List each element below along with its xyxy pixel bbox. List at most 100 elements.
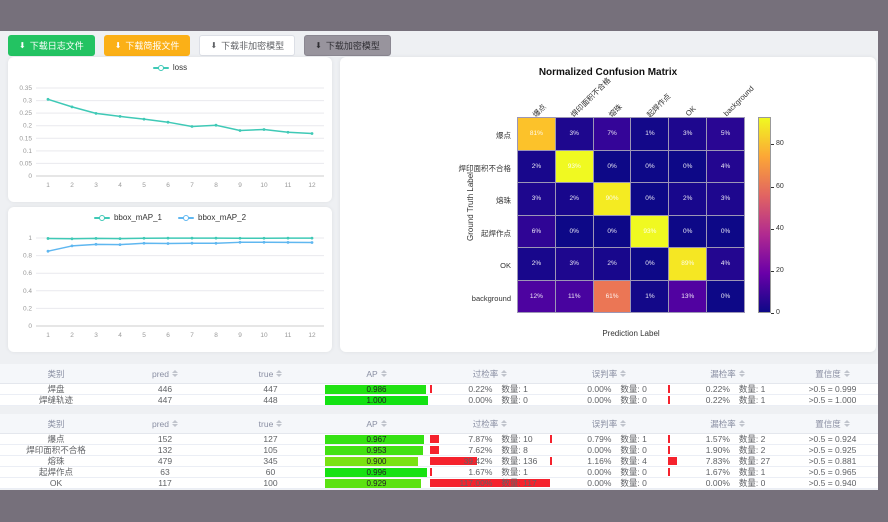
table-row: 熔珠4793450.90039.42%数量: 1361.16%数量: 47.83…: [0, 456, 878, 467]
matrix-cell: 2%: [669, 183, 706, 215]
ap-cell: 0.996: [323, 467, 430, 477]
column-header-6[interactable]: 漏检率: [668, 364, 787, 383]
rate-cell: 117.00%数量: 117: [430, 478, 550, 488]
sort-icon[interactable]: [620, 370, 626, 377]
column-header-1[interactable]: pred: [112, 364, 218, 383]
column-header-6[interactable]: 漏检率: [668, 414, 787, 433]
column-header-1[interactable]: pred: [112, 414, 218, 433]
sort-icon[interactable]: [739, 370, 745, 377]
sort-icon[interactable]: [620, 420, 626, 427]
cell: 117: [112, 478, 218, 488]
sort-icon[interactable]: [381, 420, 387, 427]
download-button-3[interactable]: ⬇下载非加密模型: [199, 35, 295, 56]
sort-icon[interactable]: [172, 420, 178, 427]
cell: 焊印面积不合格: [0, 445, 112, 455]
matrix-cell: 4%: [707, 248, 744, 280]
sort-icon[interactable]: [739, 420, 745, 427]
cell: 132: [112, 445, 218, 455]
matrix-cell: 3%: [518, 183, 555, 215]
column-header-7[interactable]: 置信度: [787, 364, 878, 383]
rate-cell: 0.00%数量: 0: [550, 445, 668, 455]
metrics-table-1: 类别predtrueAP过检率误判率漏检率置信度焊盘4464470.9860.2…: [0, 364, 878, 406]
matrix-cell: 2%: [556, 183, 593, 215]
cell: 熔珠: [0, 456, 112, 466]
table-row: 起焊作点63600.9961.67%数量: 10.00%数量: 01.67%数量…: [0, 467, 878, 478]
dashboard-screen: ⬇下载日志文件⬇下载简报文件⬇下载非加密模型⬇下载加密模型 loss 00.05…: [0, 0, 888, 522]
table-row: 焊印面积不合格1321050.9537.62%数量: 80.00%数量: 01.…: [0, 445, 878, 456]
sort-icon[interactable]: [276, 420, 282, 427]
svg-text:12: 12: [308, 332, 316, 339]
metrics-table-2: 类别predtrueAP过检率误判率漏检率置信度爆点1521270.9677.8…: [0, 414, 878, 489]
svg-text:1: 1: [46, 182, 50, 189]
sort-icon[interactable]: [501, 370, 507, 377]
download-icon: ⬇: [115, 42, 122, 50]
confusion-matrix-card: Normalized Confusion Matrix 爆点焊印面积不合格熔珠起…: [340, 57, 876, 352]
svg-text:5: 5: [142, 182, 146, 189]
sort-icon[interactable]: [172, 370, 178, 377]
matrix-cell: 2%: [518, 151, 555, 183]
column-header-5[interactable]: 误判率: [550, 364, 668, 383]
matrix-column-label: background: [722, 84, 756, 118]
cell: 479: [112, 456, 218, 466]
legend-item-loss[interactable]: loss: [153, 63, 187, 72]
sort-icon[interactable]: [844, 370, 850, 377]
matrix-cell: 90%: [594, 183, 631, 215]
rate-cell: 0.00%数量: 0: [550, 478, 668, 488]
matrix-cell: 0%: [707, 281, 744, 313]
cell: 446: [112, 384, 218, 394]
matrix-cell: 2%: [518, 248, 555, 280]
rate-cell: 0.79%数量: 1: [550, 434, 668, 444]
column-header-3[interactable]: AP: [323, 414, 430, 433]
column-header-5[interactable]: 误判率: [550, 414, 668, 433]
sort-icon[interactable]: [844, 420, 850, 427]
cell: 448: [218, 395, 323, 405]
svg-text:12: 12: [308, 182, 316, 189]
svg-text:7: 7: [190, 332, 194, 339]
column-header-7[interactable]: 置信度: [787, 414, 878, 433]
confidence-cell: >0.5 = 0.940: [787, 478, 878, 488]
column-header-2[interactable]: true: [218, 414, 323, 433]
download-button-1[interactable]: ⬇下载日志文件: [8, 35, 95, 56]
matrix-cell: 3%: [669, 118, 706, 150]
ap-cell: 0.953: [323, 445, 430, 455]
svg-text:0.1: 0.1: [23, 148, 32, 155]
rate-cell: 0.00%数量: 0: [668, 478, 787, 488]
svg-text:11: 11: [285, 182, 292, 189]
column-header-4[interactable]: 过检率: [430, 414, 550, 433]
sort-icon[interactable]: [276, 370, 282, 377]
rate-cell: 1.57%数量: 2: [668, 434, 787, 444]
colorbar-tick: 40: [776, 225, 784, 232]
download-icon: ⬇: [315, 42, 322, 50]
table-row: OK1171000.929117.00%数量: 1170.00%数量: 00.0…: [0, 478, 878, 489]
legend-item-bbox_mAP_1[interactable]: bbox_mAP_1: [94, 213, 162, 222]
download-icon: ⬇: [210, 42, 217, 50]
sort-icon[interactable]: [381, 370, 387, 377]
column-header-4[interactable]: 过检率: [430, 364, 550, 383]
loss-chart-legend: loss: [8, 63, 332, 72]
ap-cell: 1.000: [323, 395, 430, 405]
rate-cell: 0.22%数量: 1: [668, 384, 787, 394]
column-header-2[interactable]: true: [218, 364, 323, 383]
column-header-0: 类别: [0, 364, 112, 383]
map-chart-legend: bbox_mAP_1 bbox_mAP_2: [8, 213, 332, 222]
column-header-3[interactable]: AP: [323, 364, 430, 383]
svg-text:11: 11: [285, 332, 292, 339]
download-toolbar: ⬇下载日志文件 ⬇下载简报文件 ⬇下载非加密模型 ⬇下载加密模型: [8, 35, 391, 56]
download-button-4[interactable]: ⬇下载加密模型: [304, 35, 391, 56]
cell: 60: [218, 467, 323, 477]
confusion-matrix-grid: 81%3%7%1%3%5%2%93%0%0%0%4%3%2%90%0%2%3%6…: [517, 117, 745, 313]
rate-cell: 7.87%数量: 10: [430, 434, 550, 444]
legend-item-bbox_mAP_2[interactable]: bbox_mAP_2: [178, 213, 246, 222]
matrix-cell: 3%: [707, 183, 744, 215]
ap-cell: 0.986: [323, 384, 430, 394]
matrix-cell: 0%: [556, 216, 593, 248]
metrics-tables: 类别predtrueAP过检率误判率漏检率置信度焊盘4464470.9860.2…: [0, 364, 878, 489]
matrix-cell: 0%: [631, 248, 668, 280]
download-button-2[interactable]: ⬇下载简报文件: [104, 35, 191, 56]
cell: 345: [218, 456, 323, 466]
confidence-cell: >0.5 = 1.000: [787, 395, 878, 405]
rate-cell: 1.16%数量: 4: [550, 456, 668, 466]
sort-icon[interactable]: [501, 420, 507, 427]
confidence-cell: >0.5 = 0.924: [787, 434, 878, 444]
matrix-cell: 0%: [631, 151, 668, 183]
